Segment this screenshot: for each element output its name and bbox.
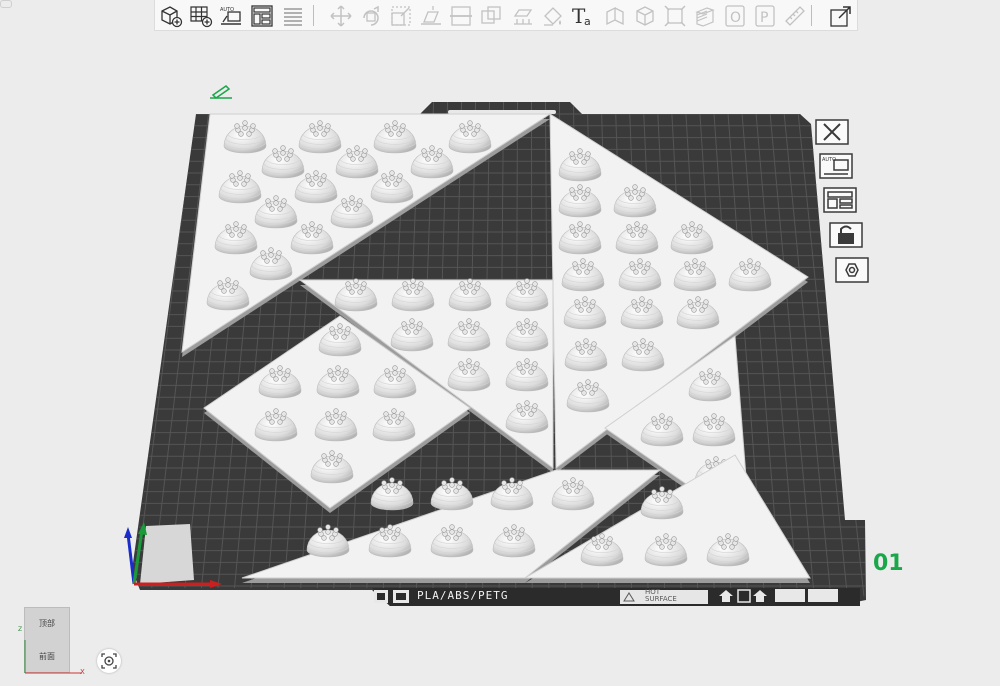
edit-plate-name-icon[interactable] bbox=[210, 85, 232, 99]
hot-surface-warning: HOT SURFACE bbox=[645, 589, 677, 603]
reset-view-icon bbox=[101, 653, 117, 669]
plate-number[interactable]: 01 bbox=[873, 551, 904, 576]
close-plate-icon bbox=[815, 119, 849, 145]
bed-marker-left bbox=[775, 589, 805, 602]
lock-plate-icon bbox=[829, 222, 863, 248]
hot-surface-line2: SURFACE bbox=[645, 595, 677, 603]
plate-settings-icon bbox=[823, 187, 857, 213]
view-cube-axes bbox=[24, 640, 82, 674]
lock-plate-button[interactable] bbox=[828, 221, 864, 249]
close-plate-button[interactable] bbox=[814, 118, 850, 146]
bed-handle bbox=[448, 110, 556, 114]
view-cube-axis-z: Z bbox=[18, 626, 23, 633]
slice-plate-icon bbox=[835, 257, 869, 283]
reset-view-button[interactable] bbox=[97, 649, 121, 673]
plate-settings-button[interactable] bbox=[822, 186, 858, 214]
view-cube-top-face[interactable]: 顶部 bbox=[25, 618, 69, 629]
svg-text:AUTO: AUTO bbox=[822, 157, 836, 163]
filament-type-label: PLA/ABS/PETG bbox=[417, 589, 509, 602]
auto-arrange-plate-button[interactable]: AUTO bbox=[818, 152, 854, 180]
slice-plate-button[interactable] bbox=[834, 256, 870, 284]
origin-corner bbox=[140, 524, 194, 584]
auto-arrange-plate-icon: AUTO bbox=[819, 153, 853, 179]
build-plate-viewport[interactable] bbox=[0, 0, 1000, 686]
bed-marker-right bbox=[808, 589, 838, 602]
